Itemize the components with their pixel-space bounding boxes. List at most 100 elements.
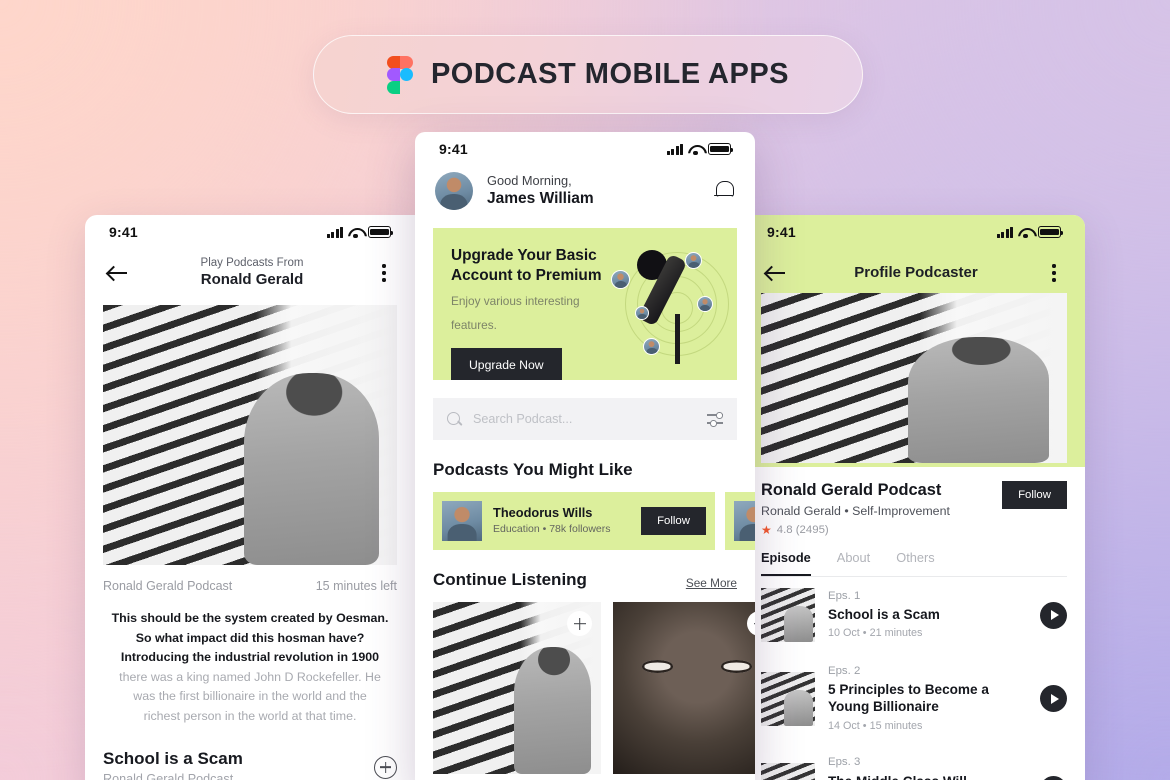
- wifi-icon: [688, 144, 703, 156]
- profile-info: Ronald Gerald Podcast Ronald Gerald • Se…: [743, 467, 1085, 536]
- profile-subtitle: Ronald Gerald • Self-Improvement: [761, 504, 950, 518]
- upgrade-title-line1: Upgrade Your Basic: [451, 247, 597, 264]
- player-track-title: School is a Scam: [103, 748, 243, 768]
- greeting-row: Good Morning, James William: [415, 166, 755, 210]
- upgrade-subtitle-line1: Enjoy various interesting: [451, 294, 580, 309]
- transcript-line: was the first billionaire in the world a…: [133, 689, 367, 704]
- search-input[interactable]: Search Podcast...: [473, 412, 696, 426]
- episode-row[interactable]: Eps. 3 The Middle Class Will Disappear 2…: [761, 744, 1067, 780]
- player-transcript: This should be the system created by Oes…: [85, 593, 415, 727]
- player-track-subtitle: Ronald Gerald Podcast: [103, 771, 234, 780]
- arrow-left-icon[interactable]: [763, 260, 789, 286]
- profile-name: Ronald Gerald Podcast: [761, 481, 942, 499]
- notification-bell-icon[interactable]: [713, 179, 735, 203]
- podcast-card[interactable]: [725, 492, 755, 550]
- player-cover-image: [103, 305, 397, 565]
- transcript-line: there was a king named John D Rockefelle…: [119, 669, 381, 684]
- podcast-tile[interactable]: School is a Scam: [433, 602, 601, 780]
- battery-icon: [708, 143, 734, 155]
- signal-bars-icon: [666, 143, 683, 155]
- status-icons: [996, 226, 1064, 239]
- episode-text: Eps. 2 5 Principles to Become a Young Bi…: [828, 664, 1027, 733]
- episode-number: Eps. 2: [828, 665, 861, 677]
- tab-about[interactable]: About: [837, 550, 870, 576]
- left-nav-bar: Play Podcasts From Ronald Gerald: [85, 249, 415, 297]
- search-bar[interactable]: Search Podcast...: [433, 398, 737, 440]
- podcast-card[interactable]: Theodorus Wills Education • 78k follower…: [433, 492, 715, 550]
- plus-circle-icon[interactable]: [374, 755, 397, 779]
- player-time-left: 15 minutes left: [315, 579, 397, 593]
- banner-title: PODCAST MOBILE APPS: [430, 58, 790, 90]
- player-track-info: School is a Scam Ronald Gerald Podcast: [103, 749, 243, 780]
- episode-text: Eps. 1 School is a Scam 10 Oct • 21 minu…: [828, 589, 1027, 641]
- follow-button[interactable]: Follow: [1002, 481, 1067, 509]
- arrow-left-icon[interactable]: [105, 260, 131, 286]
- podcaster-avatar: [442, 501, 482, 541]
- upgrade-now-button[interactable]: Upgrade Now: [451, 347, 562, 380]
- continue-listening-header: Continue Listening See More: [415, 550, 755, 590]
- see-more-link[interactable]: See More: [686, 576, 737, 590]
- player-track-row: School is a Scam Ronald Gerald Podcast: [85, 727, 415, 780]
- phone-screen-home: 9:41 Good Morning, James William Upgrade…: [415, 132, 755, 780]
- might-like-card-row: Theodorus Wills Education • 78k follower…: [415, 480, 755, 550]
- status-bar: 9:41: [415, 132, 755, 166]
- play-icon[interactable]: [1040, 776, 1067, 780]
- transcript-line: Introducing the industrial revolution in…: [120, 650, 380, 665]
- user-avatar[interactable]: [435, 172, 473, 210]
- podcast-tile-image: [613, 602, 755, 774]
- podcast-tile[interactable]: Those Who Have: [613, 602, 755, 780]
- plus-circle-icon[interactable]: [747, 611, 755, 636]
- filter-sliders-icon[interactable]: [707, 412, 723, 426]
- might-like-heading: Podcasts You Might Like: [433, 460, 633, 479]
- signal-bars-icon: [326, 226, 343, 238]
- phone-screen-player: 9:41 Play Podcasts From Ronald Gerald Ro…: [85, 215, 415, 780]
- tab-others[interactable]: Others: [896, 550, 934, 576]
- upgrade-title-line2: Account to Premium: [451, 267, 602, 285]
- play-icon[interactable]: [1040, 685, 1067, 713]
- kebab-menu-icon[interactable]: [373, 264, 395, 282]
- left-nav-title: Ronald Gerald: [200, 270, 304, 288]
- episode-meta: 10 Oct • 21 minutes: [828, 627, 923, 640]
- follow-button[interactable]: Follow: [641, 507, 706, 535]
- left-nav-title-group: Play Podcasts From Ronald Gerald: [131, 257, 373, 288]
- episode-row[interactable]: Eps. 2 5 Principles to Become a Young Bi…: [761, 653, 1067, 744]
- episode-meta: 14 Oct • 15 minutes: [828, 719, 923, 732]
- left-nav-subtitle: Play Podcasts From: [200, 257, 304, 270]
- podcaster-avatar: [734, 501, 755, 541]
- star-icon: ★: [761, 523, 772, 537]
- phone-screen-profile: 9:41 Profile Podcaster Ronald Gerald Pod…: [743, 215, 1085, 780]
- might-like-header: Podcasts You Might Like: [415, 440, 755, 480]
- profile-nav-title-group: Profile Podcaster: [789, 264, 1043, 282]
- status-time: 9:41: [109, 224, 138, 240]
- upgrade-banner: Upgrade Your Basic Account to Premium En…: [433, 228, 737, 380]
- player-podcast-name: Ronald Gerald Podcast: [103, 579, 233, 593]
- episode-title: School is a Scam: [828, 607, 940, 623]
- podcaster-name: Theodorus Wills: [493, 504, 593, 520]
- play-icon[interactable]: [1040, 601, 1067, 629]
- episode-thumbnail: [761, 762, 815, 780]
- profile-nav-bar: Profile Podcaster: [743, 249, 1085, 297]
- battery-icon: [368, 226, 394, 238]
- status-time: 9:41: [439, 141, 468, 157]
- transcript-line: So what impact did this hosman have?: [135, 630, 365, 645]
- figma-logo-icon: [386, 55, 413, 94]
- status-icons: [666, 143, 734, 156]
- rating-value: 4.8 (2495): [776, 524, 829, 536]
- upgrade-subtitle-line2: features.: [451, 317, 497, 332]
- profile-header: 9:41 Profile Podcaster: [743, 215, 1085, 467]
- status-time: 9:41: [767, 224, 796, 240]
- kebab-menu-icon[interactable]: [1043, 264, 1065, 282]
- continue-listening-heading: Continue Listening: [433, 570, 587, 589]
- episode-list: Eps. 1 School is a Scam 10 Oct • 21 minu…: [743, 577, 1085, 780]
- transcript-line: richest person in the world at that time…: [143, 708, 357, 723]
- wifi-icon: [348, 227, 363, 239]
- plus-circle-icon[interactable]: [567, 611, 592, 636]
- title-banner: PODCAST MOBILE APPS: [313, 35, 863, 114]
- tab-episode[interactable]: Episode: [761, 550, 811, 576]
- episode-thumbnail: [761, 671, 815, 726]
- profile-info-text: Ronald Gerald Podcast Ronald Gerald • Se…: [761, 481, 992, 536]
- episode-row[interactable]: Eps. 1 School is a Scam 10 Oct • 21 minu…: [761, 577, 1067, 653]
- signal-bars-icon: [996, 226, 1013, 238]
- greeting-text: Good Morning, James William: [487, 173, 699, 208]
- profile-cover-image: [761, 293, 1067, 463]
